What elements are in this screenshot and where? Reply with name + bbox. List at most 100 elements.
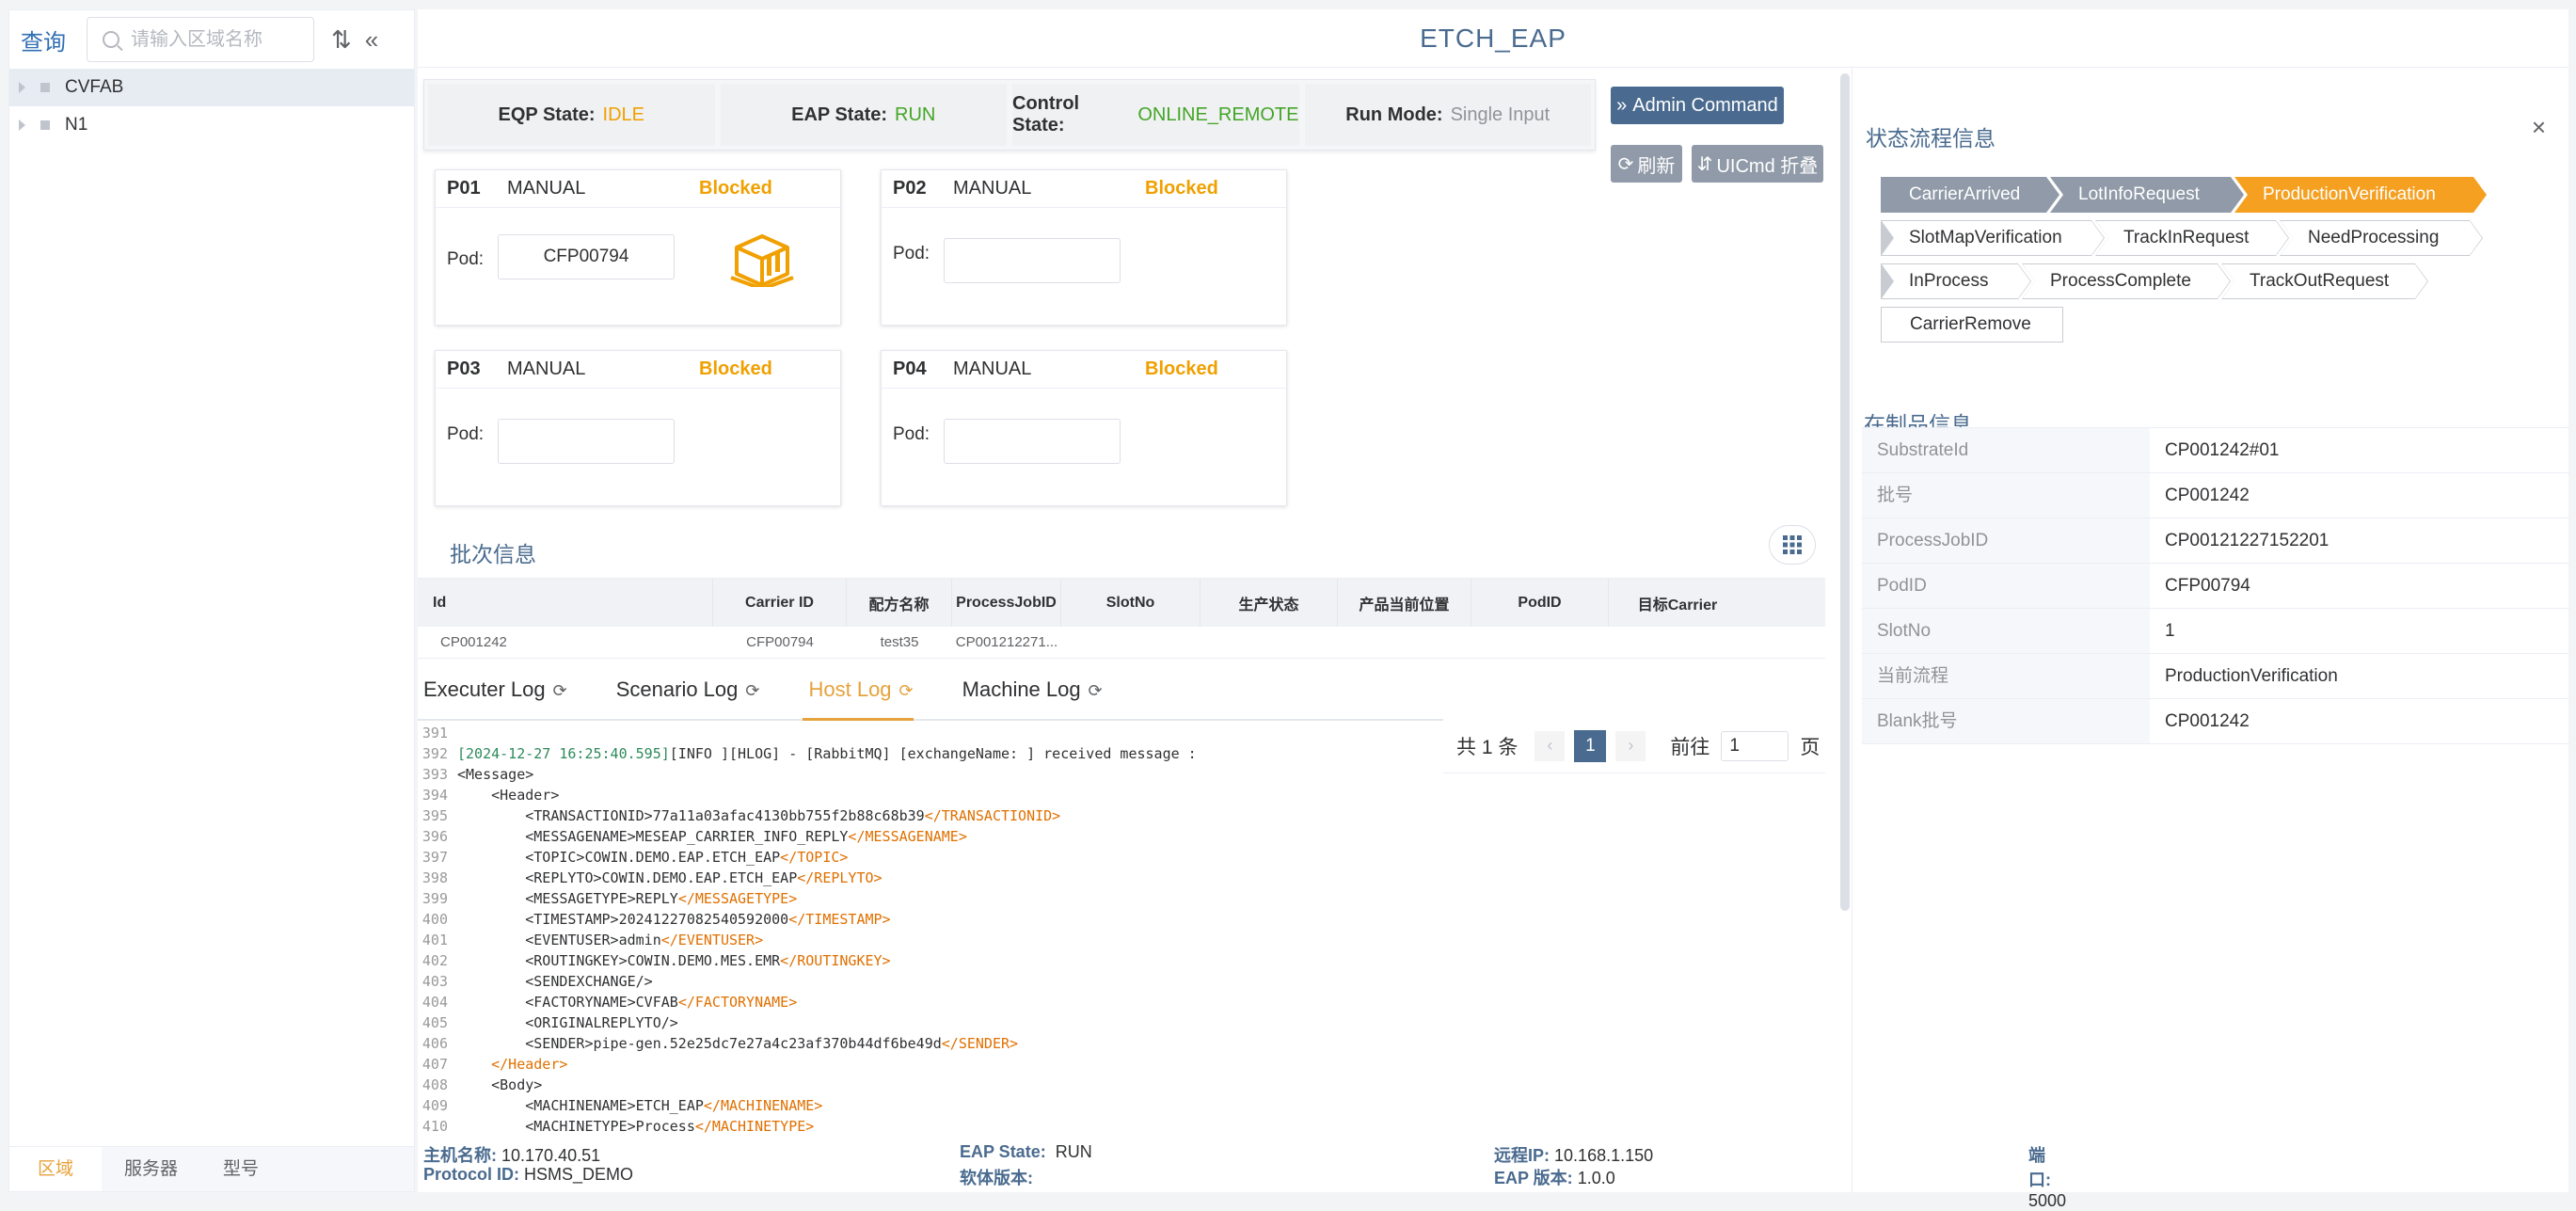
column-header[interactable]: PodID bbox=[1471, 579, 1609, 627]
tab-area[interactable]: 区域 bbox=[9, 1147, 102, 1191]
next-page-button[interactable]: › bbox=[1615, 730, 1646, 761]
log-text: <ORIGINALREPLYTO/> bbox=[457, 1014, 678, 1031]
log-line: 405 <ORIGINALREPLYTO/> bbox=[418, 1012, 1825, 1033]
pod-field[interactable] bbox=[944, 238, 1121, 283]
port-header: P03 MANUAL Blocked bbox=[436, 351, 840, 389]
flow-step-label: TrackOutRequest bbox=[2250, 271, 2390, 291]
control-state: Control State: ONLINE_REMOTE bbox=[1012, 84, 1299, 146]
wip-value: ProductionVerification bbox=[2165, 666, 2338, 686]
flow-step-label: NeedProcessing bbox=[2308, 228, 2440, 247]
remote-ip-value: 10.168.1.150 bbox=[1554, 1146, 1654, 1165]
log-line: 401 <EVENTUSER>admin</EVENTUSER> bbox=[418, 930, 1825, 950]
admin-command-button[interactable]: » Admin Command bbox=[1611, 87, 1784, 124]
refresh-label: 刷新 bbox=[1637, 155, 1676, 177]
state-label: EQP State: bbox=[498, 104, 596, 125]
refresh-button[interactable]: ⟳ 刷新 bbox=[1611, 145, 1682, 183]
admin-command-label: Admin Command bbox=[1632, 94, 1778, 116]
main-scrollbar[interactable] bbox=[1840, 73, 1850, 911]
line-number: 407 bbox=[421, 1056, 448, 1073]
line-number: 400 bbox=[421, 911, 448, 928]
tab-executer-log[interactable]: Executer Log ⟳ bbox=[418, 659, 567, 719]
table-cell bbox=[1471, 627, 1609, 658]
flow-step: LotInfoRequest bbox=[2050, 177, 2244, 213]
area-search-input[interactable] bbox=[131, 28, 300, 51]
port-status: Blocked bbox=[699, 359, 772, 379]
line-number: 404 bbox=[421, 994, 448, 1011]
node-icon bbox=[40, 83, 50, 92]
column-header[interactable]: Carrier ID bbox=[713, 579, 847, 627]
pod-field[interactable] bbox=[944, 419, 1121, 464]
tab-host-log[interactable]: Host Log ⟳ bbox=[803, 659, 914, 722]
port-mode: MANUAL bbox=[507, 178, 586, 199]
pod-label: Pod: bbox=[893, 244, 930, 263]
column-header[interactable]: 生产状态 bbox=[1201, 579, 1338, 627]
tree-item-label: CVFAB bbox=[65, 77, 124, 97]
column-header[interactable]: ProcessJobID bbox=[952, 579, 1061, 627]
expand-arrow-icon[interactable] bbox=[19, 82, 25, 93]
refresh-icon[interactable]: ⟳ bbox=[1089, 660, 1103, 722]
tab-server[interactable]: 服务器 bbox=[102, 1147, 200, 1191]
collapse-sidebar-icon[interactable]: « bbox=[365, 25, 378, 55]
column-header[interactable]: Id bbox=[418, 579, 713, 627]
log-text: <TRANSACTIONID>77a11a03afac4130bb755f2b8… bbox=[457, 807, 1061, 824]
flow-step: TrackOutRequest bbox=[2221, 263, 2428, 299]
log-text: <SENDEXCHANGE/> bbox=[457, 973, 653, 990]
tree-item-cvfab[interactable]: CVFAB bbox=[9, 69, 414, 106]
uicmd-fold-label: UICmd 折叠 bbox=[1716, 155, 1819, 177]
refresh-icon[interactable]: ⟳ bbox=[899, 660, 914, 722]
tree-item-n1[interactable]: N1 bbox=[9, 106, 414, 144]
port-header: P04 MANUAL Blocked bbox=[882, 351, 1286, 389]
fold-icon: ⇵ bbox=[1696, 153, 1713, 175]
close-icon[interactable]: × bbox=[2532, 113, 2546, 142]
log-line: 396 <MESSAGENAME>MESEAP_CARRIER_INFO_REP… bbox=[418, 826, 1825, 847]
flow-step: NeedProcessing bbox=[2280, 220, 2483, 256]
sort-icon[interactable]: ⇅ bbox=[331, 25, 352, 55]
pod-field[interactable] bbox=[498, 419, 675, 464]
host-log-viewer[interactable]: 391 392 [2024-12-27 16:25:40.595][INFO ][H… bbox=[418, 723, 1825, 1137]
table-header: Id Carrier ID 配方名称 ProcessJobID SlotNo 生… bbox=[418, 578, 1825, 627]
uicmd-fold-button[interactable]: ⇵ UICmd 折叠 bbox=[1692, 145, 1823, 183]
sw-version-info: 软体版本: bbox=[960, 1165, 1033, 1189]
line-number: 409 bbox=[421, 1097, 448, 1114]
log-line: 409 <MACHINENAME>ETCH_EAP</MACHINENAME> bbox=[418, 1095, 1825, 1116]
expand-arrow-icon[interactable] bbox=[19, 120, 25, 131]
table-cell bbox=[1609, 627, 1746, 658]
tab-scenario-log[interactable]: Scenario Log ⟳ bbox=[611, 659, 760, 719]
prev-page-button[interactable]: ‹ bbox=[1534, 730, 1566, 761]
column-settings-button[interactable] bbox=[1769, 525, 1816, 565]
sidebar: 查询 ⇅ « CVFAB N1 区域 服务器 型号 bbox=[8, 9, 415, 1192]
state-value: Single Input bbox=[1450, 104, 1550, 125]
table-cell bbox=[1338, 627, 1471, 658]
column-header[interactable]: SlotNo bbox=[1061, 579, 1201, 627]
wip-row: Blank批号 CP001242 bbox=[1862, 699, 2569, 744]
area-search-box[interactable] bbox=[87, 17, 314, 62]
pod-field[interactable]: CFP00794 bbox=[498, 234, 675, 279]
pod-label: Pod: bbox=[893, 424, 930, 444]
pod-label: Pod: bbox=[447, 424, 485, 444]
state-label: EAP State: bbox=[791, 104, 888, 125]
current-page[interactable]: 1 bbox=[1574, 729, 1607, 762]
tab-model[interactable]: 型号 bbox=[200, 1147, 281, 1191]
line-number: 392 bbox=[421, 745, 448, 762]
refresh-icon[interactable]: ⟳ bbox=[745, 660, 759, 722]
protocol-info: Protocol ID: HSMS_DEMO bbox=[423, 1165, 633, 1185]
column-header[interactable]: 配方名称 bbox=[847, 579, 952, 627]
port-card-p03: P03 MANUAL Blocked Pod: bbox=[435, 350, 841, 506]
state-label: Run Mode: bbox=[1345, 104, 1443, 125]
line-number: 396 bbox=[421, 828, 448, 845]
port-status: Blocked bbox=[1145, 178, 1218, 199]
flow-step-label: ProductionVerification bbox=[2263, 184, 2436, 204]
log-line: 407 </Header> bbox=[418, 1054, 1825, 1075]
column-header[interactable]: 目标Carrier bbox=[1609, 579, 1746, 627]
column-header[interactable]: 产品当前位置 bbox=[1338, 579, 1471, 627]
port-id: P04 bbox=[893, 359, 927, 379]
page-suffix: 页 bbox=[1800, 736, 1821, 758]
table-row[interactable]: CP001242 CFP00794 test35 CP001212271... bbox=[418, 627, 1825, 659]
goto-page-input[interactable]: 1 bbox=[1721, 730, 1789, 761]
line-number: 402 bbox=[421, 952, 448, 969]
log-text: <REPLYTO>COWIN.DEMO.EAP.ETCH_EAP</REPLYT… bbox=[457, 869, 883, 886]
double-chevron-right-icon: » bbox=[1616, 94, 1628, 116]
refresh-icon[interactable]: ⟳ bbox=[553, 660, 567, 722]
tab-machine-log[interactable]: Machine Log ⟳ bbox=[957, 659, 1103, 719]
log-text: [2024-12-27 16:25:40.595][INFO ][HLOG] -… bbox=[457, 745, 1197, 762]
